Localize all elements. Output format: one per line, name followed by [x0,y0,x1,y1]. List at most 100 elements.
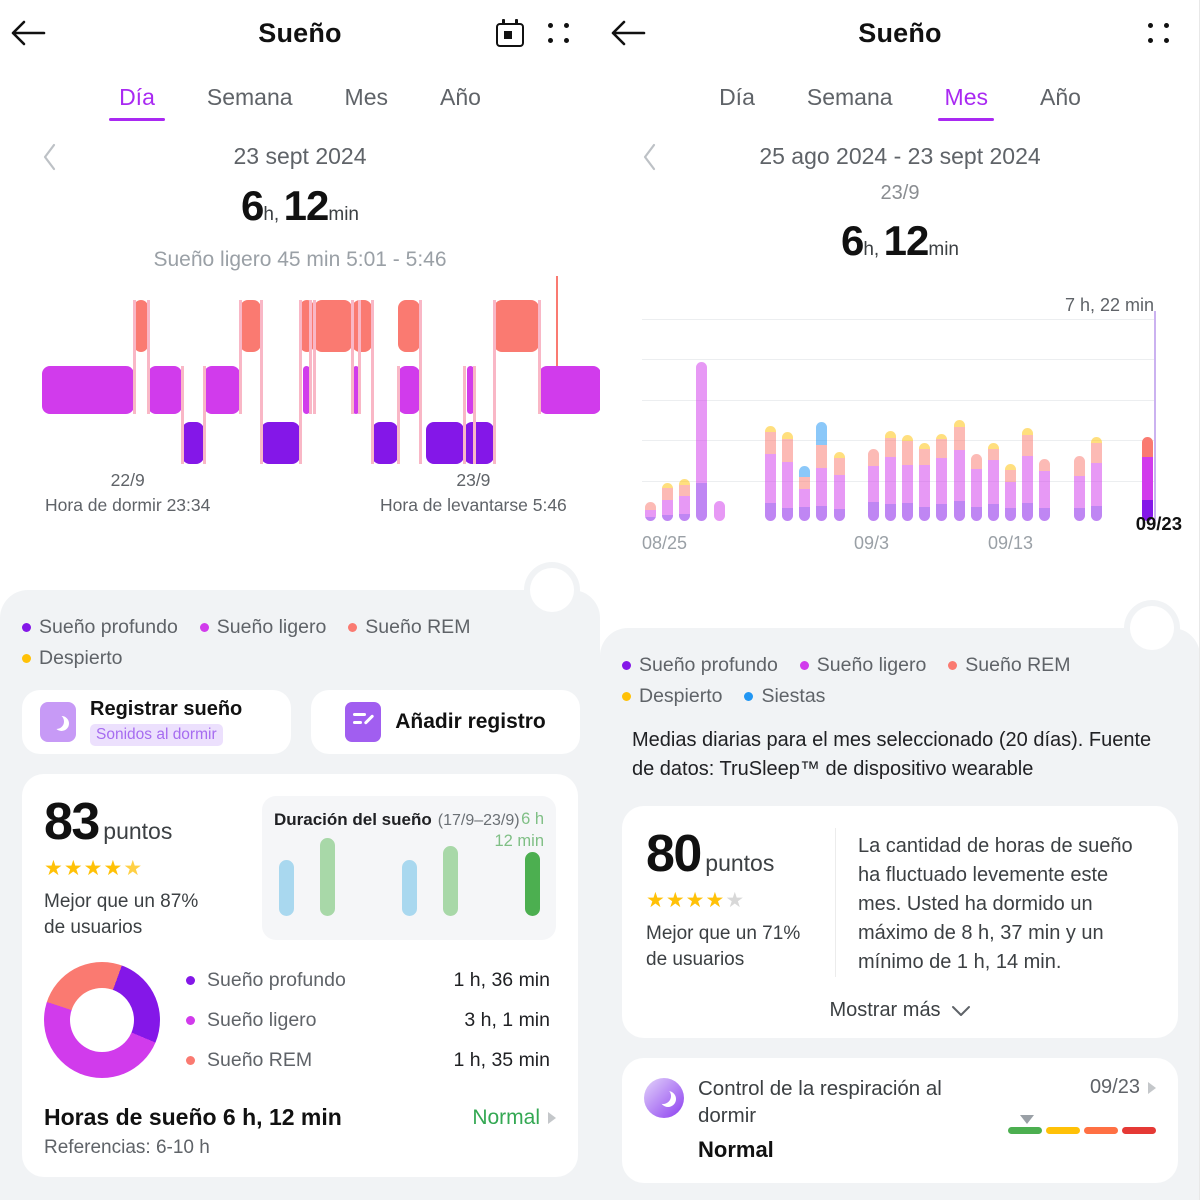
month-bar-slot-09/10[interactable] [916,319,933,521]
tab-semana[interactable]: Semana [181,78,319,125]
tab-ano-right[interactable]: Año [1014,78,1107,125]
month-seg-sueño-profundo [782,507,794,521]
month-bar-slot-09/18[interactable] [1053,319,1070,521]
hypnogram-connector [259,300,263,464]
month-seg-sueño-ligero [799,488,811,507]
day-view-screen: Sueño Día Semana Mes Año 23 sept 2024 6h… [0,0,600,1200]
legend-item-4: Siestas [744,685,825,708]
grid-menu-icon[interactable] [1146,20,1172,46]
hypnogram-connector [298,300,302,464]
month-seg-sueño-rem [1022,435,1034,456]
month-seg-sueño-profundo [902,503,914,521]
left-bottom-sheet: Sueño profundo Sueño ligero Sueño REM Despi… [0,568,600,1200]
month-bar-slot-08/27[interactable] [676,319,693,521]
month-bar-09/07 [867,448,879,521]
month-bar-08/28 [696,361,708,521]
month-seg-sueño-profundo [696,482,708,521]
month-bar-09/09 [902,435,914,521]
anadir-registro-button[interactable]: Añadir registro [311,690,580,754]
month-seg-despierto [953,420,965,428]
month-seg-sueño-profundo [833,509,845,521]
right-legend: Sueño profundo Sueño ligero Sueño REM Despi… [600,628,1200,708]
registrar-sueno-button[interactable]: Registrar sueño Sonidos al dormir [22,690,291,754]
calendar-icon[interactable] [496,19,524,47]
month-seg-sueño-rem [662,487,674,500]
month-bar-09/19 [1073,455,1085,521]
month-bar-slot-08/25[interactable] [642,319,659,521]
month-bar-slot-09/01[interactable] [762,319,779,521]
month-seg-sueño-profundo [662,515,674,521]
month-seg-sueño-ligero [987,460,999,505]
legend-dot-icon [199,623,209,632]
chevron-down-icon [951,1005,970,1016]
tab-ano[interactable]: Año [414,78,507,125]
monthly-chart-plot [642,319,1156,521]
hypnogram-segment-light [42,366,134,414]
duration-hours: 6 [840,217,864,264]
tab-dia[interactable]: Día [93,78,181,125]
month-bar-slot-09/14[interactable] [985,319,1002,521]
month-bar-slot-09/12[interactable] [951,319,968,521]
legend-item-2: Sueño REM [348,616,470,639]
current-date: 23 sept 2024 [233,143,367,169]
month-seg-sueño-ligero [867,466,879,502]
month-bar-slot-08/26[interactable] [659,319,676,521]
breathing-control-card[interactable]: Control de la respiración al dormir Norm… [622,1058,1178,1184]
month-seg-sueño-ligero [936,458,948,505]
tab-mes[interactable]: Mes [319,78,414,125]
month-bar-slot-08/29[interactable] [711,319,728,521]
month-seg-sueño-ligero [696,361,708,483]
month-bar-slot-09/08[interactable] [882,319,899,521]
month-bar-slot-09/05[interactable] [831,319,848,521]
month-bar-slot-09/16[interactable] [1019,319,1036,521]
month-bar-slot-08/28[interactable] [693,319,710,521]
month-bar-slot-09/06[interactable] [848,319,865,521]
sleep-hours-status: Normal [472,1106,540,1130]
month-seg-despierto [1090,436,1102,443]
month-bar-08/27 [679,479,691,521]
month-bar-slot-09/22[interactable] [1122,319,1139,521]
month-bar-slot-09/17[interactable] [1036,319,1053,521]
previous-month-icon[interactable] [642,143,658,171]
month-bar-09/23 [1142,436,1154,521]
month-bar-slot-09/20[interactable] [1088,319,1105,521]
tab-dia-right[interactable]: Día [693,78,781,125]
month-bar-slot-09/04[interactable] [813,319,830,521]
month-bar-slot-09/21[interactable] [1105,319,1122,521]
month-bar-slot-09/19[interactable] [1071,319,1088,521]
tab-semana-right[interactable]: Semana [781,78,919,125]
scale-seg-1 [1046,1127,1080,1134]
month-bar-09/17 [1039,459,1051,521]
tab-mes-right[interactable]: Mes [919,78,1014,125]
month-seg-sueño-rem [867,448,879,467]
sleep-end-label: Hora de levantarse 5:46 [380,495,567,516]
month-bar-slot-09/13[interactable] [968,319,985,521]
month-view-screen: Sueño Día Semana Mes Año 25 ago 2024 - 2… [600,0,1200,1200]
axis-label-1: 09/3 [854,533,890,553]
breakdown-dot-icon [186,975,195,985]
month-seg-sueño-rem [1039,459,1051,472]
month-bar-slot-08/31[interactable] [745,319,762,521]
breakdown-value: 1 h, 36 min [453,968,550,991]
month-seg-sueño-profundo [1039,507,1051,521]
duration-hours: 6 [240,182,264,229]
hypnogram-connector [370,300,374,464]
duration-mini-chart: Duración del sueño (17/9–23/9) 6 h 12 mi… [262,796,556,941]
legend-label: Sueño REM [365,616,471,638]
show-more-button[interactable]: Mostrar más [646,999,1154,1022]
month-bar-slot-09/02[interactable] [779,319,796,521]
legend-item-0: Sueño profundo [22,616,178,639]
grid-menu-icon[interactable] [546,20,572,46]
month-bar-slot-09/09[interactable] [899,319,916,521]
legend-dot-icon [948,661,958,670]
month-bar-slot-09/03[interactable] [796,319,813,521]
score-unit-right: puntos [705,850,775,876]
sleep-hours-row[interactable]: Horas de sueño 6 h, 12 min Referencias: … [44,1104,556,1159]
hypnogram-segment-deep [426,422,464,464]
month-bar-slot-08/30[interactable] [728,319,745,521]
month-bar-slot-09/07[interactable] [865,319,882,521]
month-seg-despierto [902,435,914,442]
month-bar-slot-09/15[interactable] [1002,319,1019,521]
previous-day-icon[interactable] [42,143,58,171]
month-bar-slot-09/11[interactable] [933,319,950,521]
